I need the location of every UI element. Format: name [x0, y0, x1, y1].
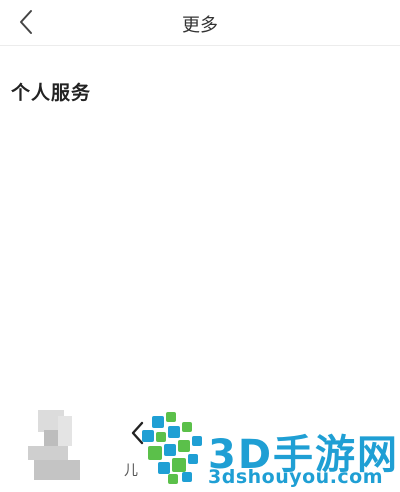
blurred-service-item[interactable]: [28, 410, 80, 482]
blur-pixel: [34, 460, 80, 480]
page-title: 更多: [182, 15, 218, 36]
bottom-service-row: 儿 3D手游网 3dshouyou.com: [0, 400, 400, 492]
blur-pixel: [28, 446, 68, 460]
watermark-logo-icon: [142, 412, 206, 488]
watermark-url: 3dshouyou.com: [208, 466, 384, 488]
top-nav-bar: 更多: [0, 0, 400, 46]
blur-pixel: [58, 416, 72, 446]
section-title-personal-services: 个人服务: [11, 82, 92, 104]
watermark: 3D手游网 3dshouyou.com: [138, 410, 400, 492]
